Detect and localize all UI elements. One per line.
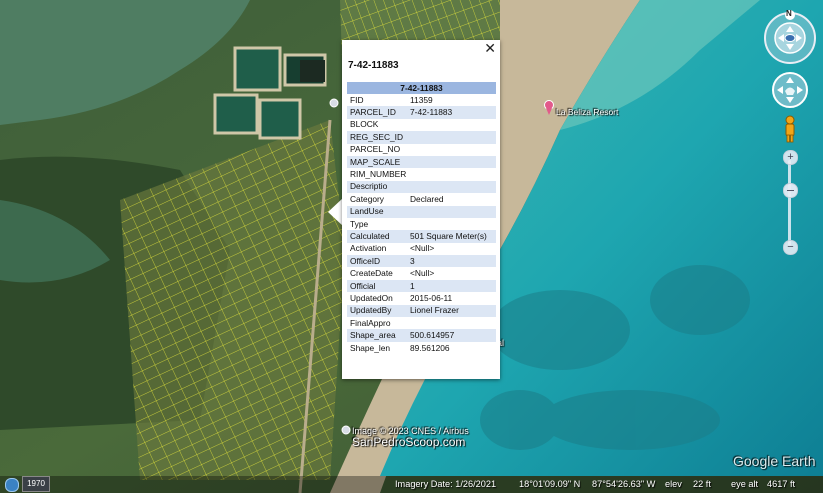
attribute-row: PARCEL_NO xyxy=(347,144,496,156)
attribute-field: Activation xyxy=(350,243,387,254)
attribute-row: LandUse xyxy=(347,205,496,218)
attribute-field: Descriptio xyxy=(347,180,407,194)
attribute-row: Type xyxy=(347,218,496,230)
attribute-field: MAP_SCALE xyxy=(347,155,407,169)
attribute-field: REG_SEC_ID xyxy=(347,131,407,144)
attribute-row: FinalAppro xyxy=(347,317,496,329)
close-icon[interactable]: ✕ xyxy=(484,41,496,57)
attribute-field: Type xyxy=(350,218,369,229)
attribute-field: UpdatedBy xyxy=(347,304,407,318)
location-pin[interactable] xyxy=(329,98,339,108)
attribute-value: 11359 xyxy=(410,94,433,105)
attribute-row: REG_SEC_ID xyxy=(347,131,496,144)
attribute-value: Lionel Frazer xyxy=(407,304,496,318)
zoom-out-label: − xyxy=(787,241,794,253)
attribute-value xyxy=(407,131,496,144)
attribute-row: BLOCK xyxy=(347,119,496,131)
latitude-readout: 18°01'09.09" N xyxy=(519,479,581,489)
popup-pointer xyxy=(328,198,343,226)
attribute-value xyxy=(407,119,496,131)
attribute-value xyxy=(407,205,496,218)
attribute-row: RIM_NUMBER xyxy=(347,168,496,180)
look-control[interactable]: N xyxy=(762,9,818,66)
eye-alt-value: 4617 ft xyxy=(767,479,796,489)
place-label[interactable]: La Beliza Resort xyxy=(556,107,618,117)
imagery-date: Imagery Date: 1/26/2021 xyxy=(395,479,497,489)
attribute-row: CreateDate <Null> xyxy=(347,267,496,279)
attribute-row: PARCEL_ID 7-42-11883 xyxy=(347,106,496,119)
zoom-in-button[interactable]: + xyxy=(783,150,798,165)
attribute-field: OfficeID xyxy=(347,255,407,268)
attribute-field: RIM_NUMBER xyxy=(350,169,407,180)
attribute-field: Official xyxy=(347,279,407,293)
attribute-value xyxy=(407,180,496,194)
attribute-row: Descriptio xyxy=(347,180,496,194)
attribute-field: CreateDate xyxy=(350,268,393,279)
attribute-value xyxy=(407,218,496,230)
watermark-text: SanPedroScoop.com xyxy=(352,435,466,449)
google-earth-logo: Google Earth xyxy=(733,453,816,469)
attribute-field: Calculated xyxy=(347,230,407,243)
street-view-pegman-icon[interactable] xyxy=(783,115,797,143)
attribute-value xyxy=(407,317,496,329)
attribute-value xyxy=(407,155,496,169)
attribute-field: PARCEL_NO xyxy=(350,144,401,155)
elevation-label: elev xyxy=(665,479,682,489)
longitude-readout: 87°54'26.63" W xyxy=(592,479,656,489)
attribute-row: OfficeID 3 xyxy=(347,255,496,268)
zoom-out-button[interactable]: − xyxy=(783,240,798,255)
attribute-field: UpdatedOn xyxy=(350,292,393,303)
attribute-field: Shape_area xyxy=(347,329,407,342)
attribute-row: Category Declared xyxy=(347,193,496,205)
compass-north-label: N xyxy=(786,9,792,18)
attribute-table-header: 7-42-11883 xyxy=(347,82,496,94)
attribute-value xyxy=(407,168,496,180)
attribute-value: 3 xyxy=(407,255,496,268)
eye-alt-label: eye alt xyxy=(731,479,759,489)
attribute-value xyxy=(407,144,496,156)
attribute-value: 7-42-11883 xyxy=(407,106,496,119)
attribute-table: 7-42-11883 FID 11359 PARCEL_ID 7-42-11883 BL… xyxy=(347,82,496,354)
attribute-row: UpdatedOn 2015-06-11 xyxy=(347,292,496,304)
attribute-value: Declared xyxy=(410,193,444,204)
attribute-row: Official 1 xyxy=(347,279,496,293)
attribute-row: MAP_SCALE xyxy=(347,155,496,169)
zoom-thumb[interactable] xyxy=(783,182,798,198)
attribute-field: Shape_len xyxy=(350,342,391,353)
elevation-value: 22 ft xyxy=(693,479,711,489)
attribute-field: BLOCK xyxy=(350,119,379,130)
attribute-field: LandUse xyxy=(347,205,407,218)
historical-imagery-year[interactable]: 1970 xyxy=(22,476,50,492)
attribute-row: UpdatedBy Lionel Frazer xyxy=(347,304,496,318)
attribute-value: 1 xyxy=(407,279,496,293)
attribute-field: FinalAppro xyxy=(350,317,391,328)
attribute-row: Calculated 501 Square Meter(s) xyxy=(347,230,496,243)
attribute-value: <Null> xyxy=(410,243,435,254)
zoom-track[interactable] xyxy=(788,160,791,246)
attribute-value: 500.614957 xyxy=(407,329,496,342)
attribute-row: Shape_len 89.561206 xyxy=(347,342,496,354)
attribute-value: <Null> xyxy=(410,268,435,279)
globe-icon[interactable] xyxy=(5,478,19,492)
attribution-pin xyxy=(341,425,351,435)
attribute-field: Category xyxy=(350,193,384,204)
zoom-slider[interactable]: + − xyxy=(782,150,798,256)
attribute-value: 89.561206 xyxy=(410,342,450,353)
popup-title: 7-42-11883 xyxy=(348,60,399,71)
attribute-value: 501 Square Meter(s) xyxy=(407,230,496,243)
attribute-field: FID xyxy=(350,94,364,105)
attribute-row: Shape_area 500.614957 xyxy=(347,329,496,342)
attribute-value: 2015-06-11 xyxy=(410,292,453,303)
zoom-in-label: + xyxy=(787,151,794,163)
move-control[interactable] xyxy=(771,71,809,109)
attribute-row: Activation <Null> xyxy=(347,243,496,255)
attribute-field: PARCEL_ID xyxy=(347,106,407,119)
parcel-info-popup: ✕ 7-42-11883 7-42-11883 FID 11359 PARCEL_I… xyxy=(342,40,500,379)
attribute-row: FID 11359 xyxy=(347,94,496,106)
